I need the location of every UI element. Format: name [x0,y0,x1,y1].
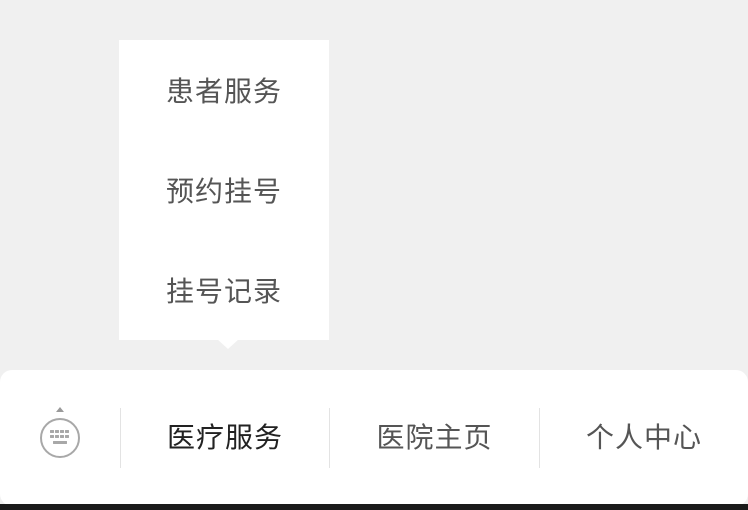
service-submenu: 患者服务 预约挂号 挂号记录 [119,40,329,340]
tab-personal-center[interactable]: 个人中心 [540,404,748,468]
bottom-menu-bar: 医疗服务 医院主页 个人中心 [0,370,748,506]
screen-bottom-edge [0,504,748,510]
tab-label: 医疗服务 [166,421,283,454]
submenu-pointer [217,339,239,349]
menu-item-label: 预约挂号 [165,175,282,208]
menu-item-appointment[interactable]: 预约挂号 [119,140,329,240]
menu-item-label: 患者服务 [165,75,282,108]
menu-item-patient-service[interactable]: 患者服务 [119,40,329,140]
menu-item-registration-record[interactable]: 挂号记录 [119,240,329,340]
tab-label: 医院主页 [376,421,493,454]
menu-item-label: 挂号记录 [165,275,282,308]
tab-hospital-home[interactable]: 医院主页 [330,404,539,468]
tab-label: 个人中心 [585,421,702,454]
keyboard-toggle-button[interactable] [38,407,82,463]
keyboard-toggle-icon [40,407,80,458]
tab-medical-service[interactable]: 医疗服务 [121,404,329,468]
